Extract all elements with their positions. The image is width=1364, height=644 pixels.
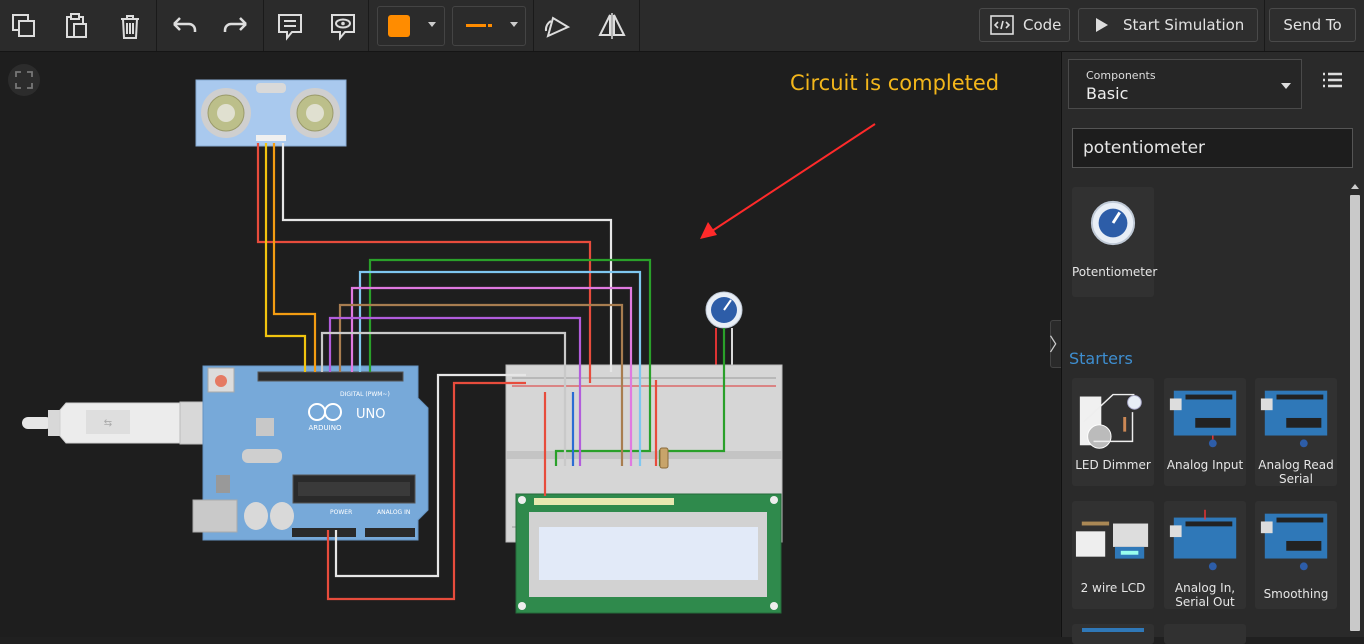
arduino-thumbnail <box>1260 390 1328 448</box>
lcd-thumbnail <box>1075 521 1149 559</box>
starter-tile-analog-read-serial[interactable]: Analog Read Serial <box>1255 378 1337 486</box>
potentiometer-icon <box>1090 200 1136 246</box>
scrollbar-thumb[interactable] <box>1350 195 1360 631</box>
arduino-brand: ARDUINO <box>309 424 342 432</box>
starter-tile-2-wire-lcd[interactable]: 2 wire LCD <box>1072 501 1154 609</box>
start-simulation-label: Start Simulation <box>1123 16 1245 34</box>
annotation-arrow <box>700 123 876 239</box>
component-tile-label: Potentiometer <box>1072 265 1158 279</box>
arduino-thumbnail <box>1082 628 1144 632</box>
lcd-display[interactable] <box>515 493 782 614</box>
arduino-uno-board[interactable]: ARDUINO UNO DIGITAL (PWM~) POWER ANALOG … <box>192 365 429 541</box>
list-view-icon <box>1323 72 1342 88</box>
components-dropdown[interactable]: Components Basic <box>1068 59 1302 109</box>
list-view-button[interactable] <box>1320 68 1350 98</box>
starters-title: Starters <box>1069 349 1133 368</box>
starter-tile-label: Analog Input <box>1166 458 1244 472</box>
send-to-label: Send To <box>1283 16 1342 34</box>
starter-tile-label: Analog Read Serial <box>1258 458 1334 486</box>
analog-in-label: ANALOG IN <box>377 509 410 516</box>
starter-tile-analog-input[interactable]: Analog Input <box>1164 378 1246 486</box>
svg-text:⇆: ⇆ <box>104 418 112 429</box>
digital-pins-label: DIGITAL (PWM~) <box>340 391 390 398</box>
starter-tile-partial[interactable] <box>1164 624 1246 644</box>
resistor[interactable] <box>659 447 669 469</box>
starter-tile-label: Smoothing <box>1263 587 1329 601</box>
starter-tile-label: 2 wire LCD <box>1080 581 1146 595</box>
component-tile-potentiometer[interactable]: Potentiometer <box>1072 187 1158 297</box>
circuit-drawing: ⇆ ARDUINO UNO DIGITAL (PWM~) POWER ANALO… <box>22 79 876 614</box>
start-simulation-button[interactable]: Start Simulation <box>1078 8 1258 42</box>
components-value: Basic <box>1086 84 1129 103</box>
starter-tile-label: LED Dimmer <box>1075 458 1151 472</box>
send-to-button[interactable]: Send To <box>1269 8 1356 42</box>
scroll-up-icon[interactable] <box>1351 184 1359 189</box>
starter-tile-smoothing[interactable]: Smoothing <box>1255 501 1337 609</box>
starter-tile-analog-in-serial-out[interactable]: Analog In, Serial Out <box>1164 501 1246 609</box>
arduino-thumbnail <box>1169 509 1237 571</box>
components-panel: Components Basic Potentiometer Starters … <box>1061 52 1364 644</box>
annotation-text: Circuit is completed <box>790 71 1000 95</box>
toolbar-divider <box>1264 0 1265 51</box>
arduino-thumbnail <box>1169 390 1237 448</box>
arduino-model: UNO <box>356 407 385 422</box>
arduino-thumbnail <box>1260 513 1328 571</box>
components-label: Components <box>1086 69 1156 82</box>
component-search-input[interactable] <box>1072 128 1353 168</box>
led-dimmer-thumbnail <box>1079 393 1142 449</box>
starter-tile-label: Analog In, Serial Out <box>1174 581 1236 609</box>
starter-tile-partial[interactable] <box>1072 624 1154 644</box>
play-icon <box>1096 18 1108 32</box>
power-label: POWER <box>330 509 352 516</box>
starter-tile-led-dimmer[interactable]: LED Dimmer <box>1072 378 1154 486</box>
chevron-down-icon <box>1281 83 1291 89</box>
ultrasonic-sensor[interactable] <box>195 79 347 147</box>
